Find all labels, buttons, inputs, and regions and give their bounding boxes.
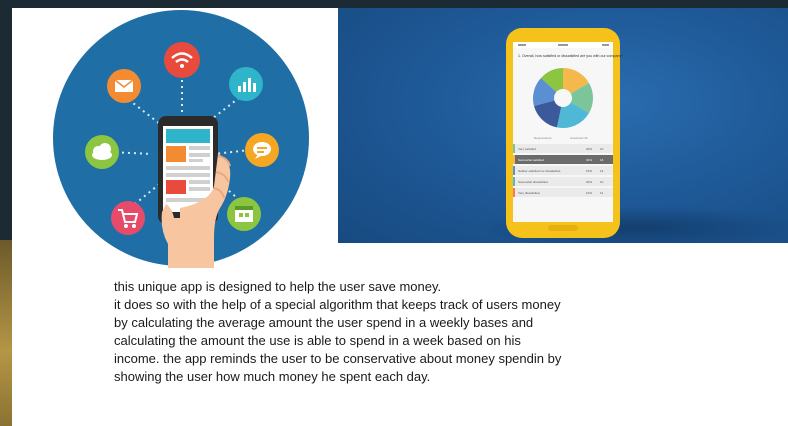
- survey-phone-graphic: 1. Overall, how satisfied or dissatisfie…: [478, 28, 788, 243]
- chat-icon: [245, 133, 279, 167]
- cart-icon: [111, 201, 145, 235]
- row-pct: 15%: [586, 169, 592, 173]
- description-line: showing the user how much money he spent…: [114, 369, 431, 384]
- row-count: 16: [600, 158, 604, 162]
- row-count: 14: [600, 169, 604, 173]
- row-count: 11: [600, 191, 603, 195]
- row-label: Very dissatisfied: [518, 191, 540, 195]
- survey-pie-chart: [533, 67, 594, 129]
- background-gold-edge: [0, 240, 12, 426]
- description-line: it does so with the help of a special al…: [114, 297, 561, 312]
- legend-respondents: Respondents: [534, 136, 552, 140]
- mail-icon: [107, 69, 141, 103]
- legend-answered: Answered 46: [570, 136, 588, 140]
- row-pct: 10%: [586, 191, 592, 195]
- phone-home-button: [548, 225, 578, 231]
- description-line: by calculating the average amount the us…: [114, 315, 534, 330]
- row-label: Somewhat dissatisfied: [518, 180, 548, 184]
- calendar-icon: [227, 197, 261, 231]
- survey-results-table: Very satisfied 20% 10 Somewhat satisfied…: [513, 144, 613, 197]
- row-count: 10: [600, 180, 604, 184]
- row-label: Somewhat satisfied: [518, 158, 544, 162]
- wifi-icon: [164, 42, 200, 78]
- row-label: Neither satisfied nor dissatisfied: [518, 169, 561, 173]
- mobile-apps-illustration: [53, 10, 309, 268]
- description-line: calculating the amount the use is able t…: [114, 333, 521, 348]
- row-pct: 20%: [586, 180, 592, 184]
- cloud-icon: [85, 135, 119, 169]
- row-count: 10: [600, 147, 604, 151]
- row-pct: 20%: [586, 147, 592, 151]
- row-label: Very satisfied: [518, 147, 536, 151]
- row-pct: 34%: [586, 158, 592, 162]
- survey-question: 1. Overall, how satisfied or dissatisfie…: [518, 54, 623, 58]
- slide: 1. Overall, how satisfied or dissatisfie…: [12, 0, 788, 426]
- description-line: income. the app reminds the user to be c…: [114, 351, 562, 366]
- description-line: this unique app is designed to help the …: [114, 279, 442, 294]
- app-description: this unique app is designed to help the …: [114, 278, 754, 386]
- survey-phone-photo: 1. Overall, how satisfied or dissatisfie…: [338, 8, 788, 243]
- bar-chart-icon: [229, 67, 263, 101]
